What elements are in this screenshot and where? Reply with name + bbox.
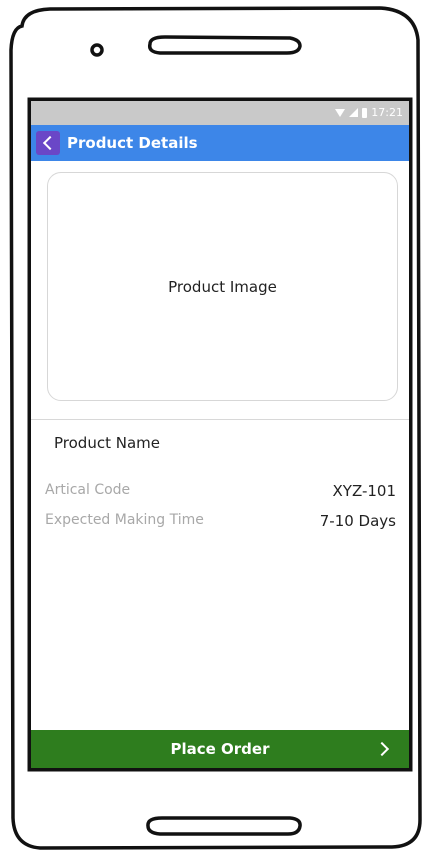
making-time-label: Expected Making Time — [45, 512, 204, 528]
detail-row-article-code: Artical Code XYZ-101 — [45, 482, 396, 500]
place-order-label: Place Order — [170, 740, 270, 758]
phone-mockup: 17:21 Product Details Product Image Prod… — [0, 0, 425, 855]
article-code-value: XYZ-101 — [332, 482, 397, 500]
product-name: Product Name — [54, 434, 160, 452]
app-screen: 17:21 Product Details Product Image Prod… — [31, 101, 409, 768]
making-time-value: 7-10 Days — [319, 512, 396, 530]
battery-icon — [362, 107, 368, 118]
place-order-button[interactable]: Place Order — [31, 730, 409, 768]
app-header: Product Details — [31, 125, 409, 161]
chevron-left-icon — [42, 135, 58, 151]
section-divider — [31, 419, 409, 420]
wifi-icon — [335, 108, 346, 117]
article-code-label: Artical Code — [45, 482, 131, 498]
product-image-label: Product Image — [168, 277, 277, 296]
status-icons: 17:21 — [335, 106, 403, 119]
back-button[interactable] — [36, 131, 60, 155]
chevron-right-icon — [374, 741, 390, 757]
product-image-placeholder: Product Image — [47, 172, 398, 401]
signal-icon — [349, 108, 359, 117]
status-time: 17:21 — [371, 106, 403, 119]
page-title: Product Details — [67, 134, 198, 152]
status-bar: 17:21 — [31, 101, 409, 125]
detail-row-making-time: Expected Making Time 7-10 Days — [45, 512, 396, 530]
